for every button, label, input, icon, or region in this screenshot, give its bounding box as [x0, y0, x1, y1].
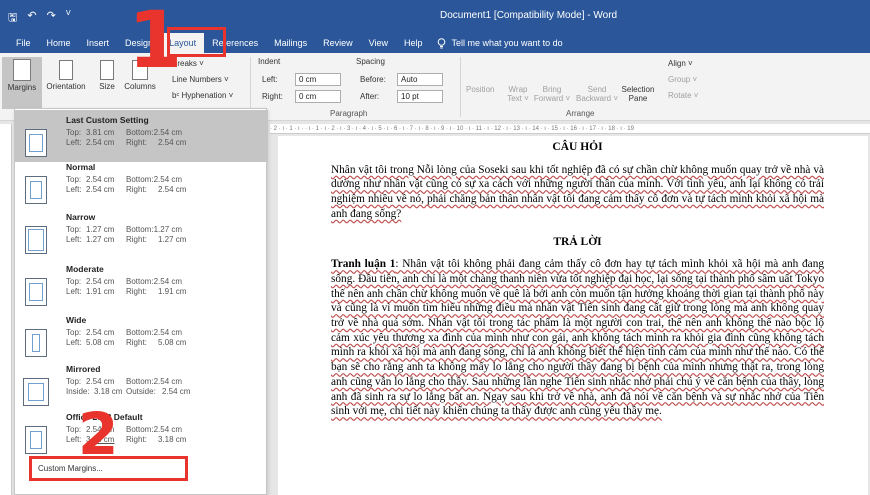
margin-option-last-custom[interactable]: Last Custom Setting Top: 3.81 cm Bottom:2.…: [15, 110, 268, 162]
orientation-icon: [59, 60, 73, 80]
margin-preview-icon: [25, 329, 47, 357]
undo-icon[interactable]: ↶: [27, 9, 36, 28]
indent-title: Indent: [258, 57, 281, 66]
margin-option-name: Last Custom Setting: [66, 115, 149, 125]
margins-label: Margins: [7, 83, 37, 92]
orientation-button[interactable]: Orientation: [43, 57, 89, 91]
annotation-number-2: 2: [78, 400, 119, 468]
margins-button[interactable]: Margins: [2, 57, 42, 109]
size-icon: [100, 60, 114, 80]
customize-qat-icon[interactable]: ᐯ: [66, 9, 71, 28]
hyphenation-button[interactable]: bᶜ Hyphenation ˅: [172, 91, 233, 100]
tell-me-text: Tell me what you want to do: [451, 38, 563, 48]
margins-dropdown: Last Custom Setting Top: 3.81 cm Bottom:2.…: [14, 108, 268, 495]
indent-right-label: Right:: [262, 92, 283, 101]
margin-option-office-2003[interactable]: Office 2003 Default Top: 2.54 cm Bottom:2.…: [15, 407, 268, 459]
spacing-before-input[interactable]: Auto: [397, 73, 443, 86]
answer-paragraph: Tranh luận 1: Nhân vật tôi không phải đa…: [331, 257, 824, 419]
margin-option-wide[interactable]: Wide Top: 2.54 cm Bottom:2.54 cm Left: 5.08…: [15, 310, 268, 362]
tab-file[interactable]: File: [8, 33, 39, 53]
spacing-after-input[interactable]: 10 pt: [397, 90, 443, 103]
indent-left-input[interactable]: 0 cm: [295, 73, 341, 86]
group-button[interactable]: Group ˅: [668, 75, 697, 84]
tab-view[interactable]: View: [361, 33, 396, 53]
margin-option-moderate[interactable]: Moderate Top: 2.54 cm Bottom:2.54 cm Left:…: [15, 259, 268, 311]
answer-text: : Nhân vật tôi không phải đang cảm thấy …: [331, 258, 824, 418]
tab-review[interactable]: Review: [315, 33, 361, 53]
indent-right-input[interactable]: 0 cm: [295, 90, 341, 103]
size-label: Size: [99, 82, 115, 91]
margin-preview-icon: [23, 378, 49, 406]
arrange-group-label: Arrange: [566, 109, 595, 118]
margins-icon: [13, 59, 31, 81]
tab-help[interactable]: Help: [396, 33, 431, 53]
heading-question: CÂU HỎI: [552, 141, 603, 153]
tab-home[interactable]: Home: [39, 33, 79, 53]
spacing-title: Spacing: [356, 57, 385, 66]
redo-icon[interactable]: ↷: [47, 9, 56, 28]
margin-option-normal[interactable]: Normal Top: 2.54 cm Bottom:2.54 cm Left: 2.…: [15, 157, 268, 209]
selection-pane-button[interactable]: Selection Pane: [620, 85, 656, 103]
align-button[interactable]: Align ˅: [668, 59, 693, 68]
vertical-ruler[interactable]: [0, 124, 12, 495]
margin-option-narrow[interactable]: Narrow Top: 1.27 cm Bottom:1.27 cm Left: 1.…: [15, 207, 268, 259]
spacing-after-label: After:: [360, 92, 380, 101]
heading-answer: TRẢ LỜI: [553, 235, 602, 248]
send-backward-button[interactable]: Send Backward ˅: [574, 85, 620, 103]
document-body[interactable]: CÂU HỎI Nhân vật tôi trong Nỗi lòng của …: [331, 140, 824, 419]
ribbon-separator: [460, 57, 461, 117]
question-paragraph: Nhân vật tôi trong Nỗi lòng của Soseki s…: [331, 163, 824, 220]
bring-forward-button[interactable]: Bring Forward ˅: [530, 85, 574, 103]
paragraph-group-label: Paragraph: [330, 109, 368, 118]
margin-option-mirrored[interactable]: Mirrored Top: 2.54 cm Bottom:2.54 cm Insid…: [15, 359, 268, 411]
document-page[interactable]: CÂU HỎI Nhân vật tôi trong Nỗi lòng của …: [278, 136, 868, 495]
annotation-number-1: 1: [128, 0, 183, 86]
margin-preview-icon: [25, 426, 47, 454]
margin-preview-icon: [25, 176, 47, 204]
tab-insert[interactable]: Insert: [79, 33, 118, 53]
tell-me-search[interactable]: Tell me what you want to do: [437, 37, 563, 49]
tab-mailings[interactable]: Mailings: [266, 33, 315, 53]
size-button[interactable]: Size: [93, 57, 121, 91]
margin-preview-icon: [25, 278, 47, 306]
position-button[interactable]: Position: [466, 85, 494, 94]
spacing-before-label: Before:: [360, 75, 386, 84]
orientation-label: Orientation: [46, 82, 86, 91]
rotate-button[interactable]: Rotate ˅: [668, 91, 698, 100]
quick-access-toolbar: 🖫 ↶ ↷ ᐯ: [8, 9, 71, 28]
save-icon[interactable]: 🖫: [8, 9, 17, 28]
margin-preview-icon: [25, 129, 47, 157]
indent-left-label: Left:: [262, 75, 278, 84]
margin-preview-icon: [25, 226, 47, 254]
horizontal-ruler[interactable]: · 2 · ı · 1 · ı · · ı · 1 · ı · 2 · ı · …: [270, 124, 870, 134]
lightbulb-icon: [437, 37, 445, 48]
answer-label: Tranh luận 1: [331, 258, 396, 271]
window-title: Document1 [Compatibility Mode] - Word: [440, 10, 618, 21]
